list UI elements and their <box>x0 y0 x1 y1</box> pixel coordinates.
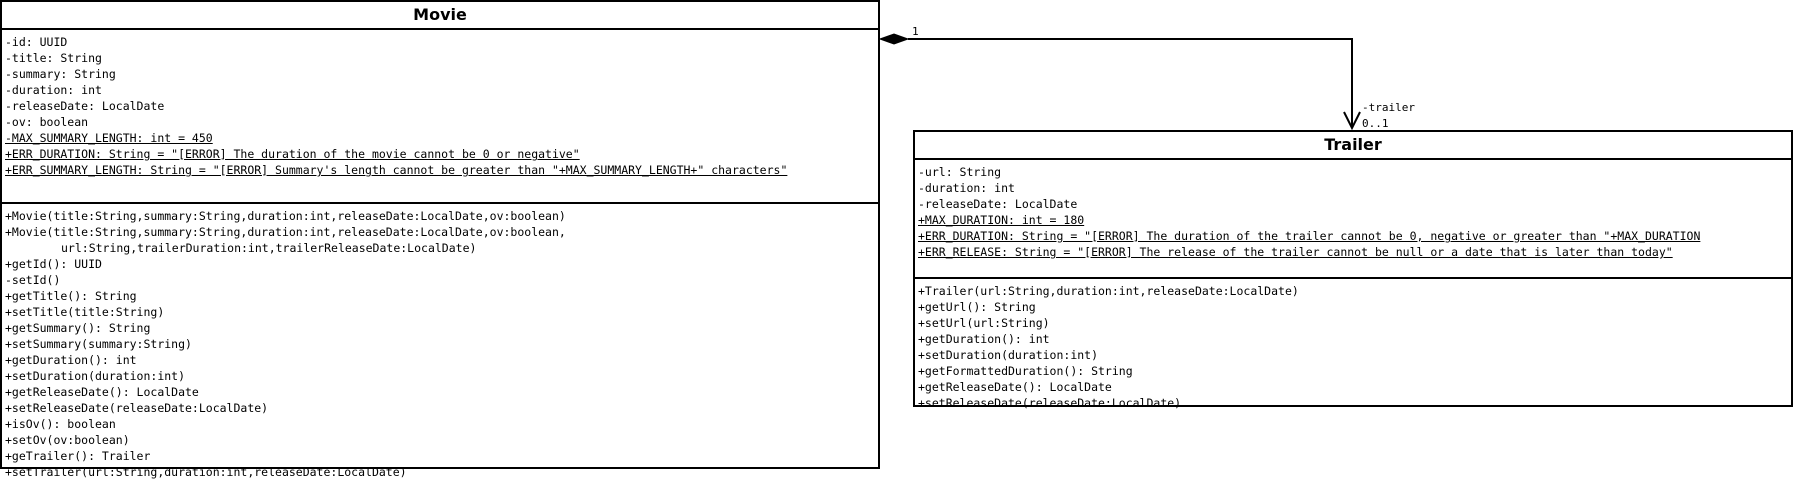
method-row: +setTrailer(url:String,duration:int,rele… <box>5 465 407 479</box>
method-row: +getUrl(): String <box>918 300 1036 314</box>
method-row: +setOv(ov:boolean) <box>5 433 130 447</box>
attribute-row: +MAX_DURATION: int = 180 <box>918 213 1085 227</box>
class-name: Movie <box>2 2 878 30</box>
attributes-section: -url: String -duration: int -releaseDate: … <box>915 160 1791 279</box>
attribute-row: -id: UUID <box>5 35 68 49</box>
method-row: +getDuration(): int <box>918 332 1050 346</box>
method-row: +setSummary(summary:String) <box>5 337 192 351</box>
class-movie[interactable]: Movie -id: UUID -title: String -summary: S… <box>0 0 880 479</box>
method-row: -setId() <box>5 273 61 287</box>
source-multiplicity: 1 <box>912 25 919 38</box>
target-multiplicity: 0..1 <box>1362 117 1389 130</box>
methods-section: +Movie(title:String,summary:String,durat… <box>2 204 878 480</box>
method-row: +setTitle(title:String) <box>5 305 165 319</box>
attribute-row: -duration: int <box>918 181 1015 195</box>
class-trailer[interactable]: Trailer -url: String -duration: int -relea… <box>913 130 1793 410</box>
method-row: +setUrl(url:String) <box>918 316 1050 330</box>
attribute-row: +ERR_DURATION: String = "[ERROR] The dur… <box>5 147 580 161</box>
method-row: +getReleaseDate(): LocalDate <box>5 385 199 399</box>
attribute-row: -url: String <box>918 165 1002 179</box>
method-row: +Trailer(url:String,duration:int,release… <box>918 284 1299 298</box>
attribute-row: -ov: boolean <box>5 115 89 129</box>
method-row: +setReleaseDate(releaseDate:LocalDate) <box>5 401 269 415</box>
attribute-row: -MAX_SUMMARY_LENGTH: int = 450 <box>5 131 213 145</box>
methods-section: +Trailer(url:String,duration:int,release… <box>915 279 1791 411</box>
association-line <box>908 38 1353 128</box>
method-row: +Movie(title:String,summary:String,durat… <box>5 209 566 223</box>
method-row: +getFormattedDuration(): String <box>918 364 1133 378</box>
attribute-row: +ERR_RELEASE: String = "[ERROR] The rele… <box>918 245 1673 259</box>
composition-diamond-icon <box>878 33 910 45</box>
role-name: -trailer <box>1362 101 1415 114</box>
method-row: +isOv(): boolean <box>5 417 116 431</box>
method-row: url:String,trailerDuration:int,trailerRe… <box>61 241 477 255</box>
method-row: +geTrailer(): Trailer <box>5 449 151 463</box>
attribute-row: +ERR_DURATION: String = "[ERROR] The dur… <box>918 229 1701 243</box>
method-row: +getId(): UUID <box>5 257 102 271</box>
method-row: +getReleaseDate(): LocalDate <box>918 380 1112 394</box>
attribute-row: -releaseDate: LocalDate <box>918 197 1078 211</box>
attribute-row: -duration: int <box>5 83 102 97</box>
attribute-row: -title: String <box>5 51 102 65</box>
method-row: +setDuration(duration:int) <box>5 369 186 383</box>
attribute-row: -releaseDate: LocalDate <box>5 99 165 113</box>
attribute-row: +ERR_SUMMARY_LENGTH: String = "[ERROR] S… <box>5 163 788 177</box>
method-row: +getSummary(): String <box>5 321 151 335</box>
method-row: +setDuration(duration:int) <box>918 348 1099 362</box>
attribute-row: -summary: String <box>5 67 116 81</box>
attributes-section: -id: UUID -title: String -summary: String -… <box>2 30 878 204</box>
method-row: +setReleaseDate(releaseDate:LocalDate) <box>918 396 1182 410</box>
method-row: +getTitle(): String <box>5 289 137 303</box>
method-row: +Movie(title:String,summary:String,durat… <box>5 225 566 239</box>
class-name: Trailer <box>915 132 1791 160</box>
method-row: +getDuration(): int <box>5 353 137 367</box>
